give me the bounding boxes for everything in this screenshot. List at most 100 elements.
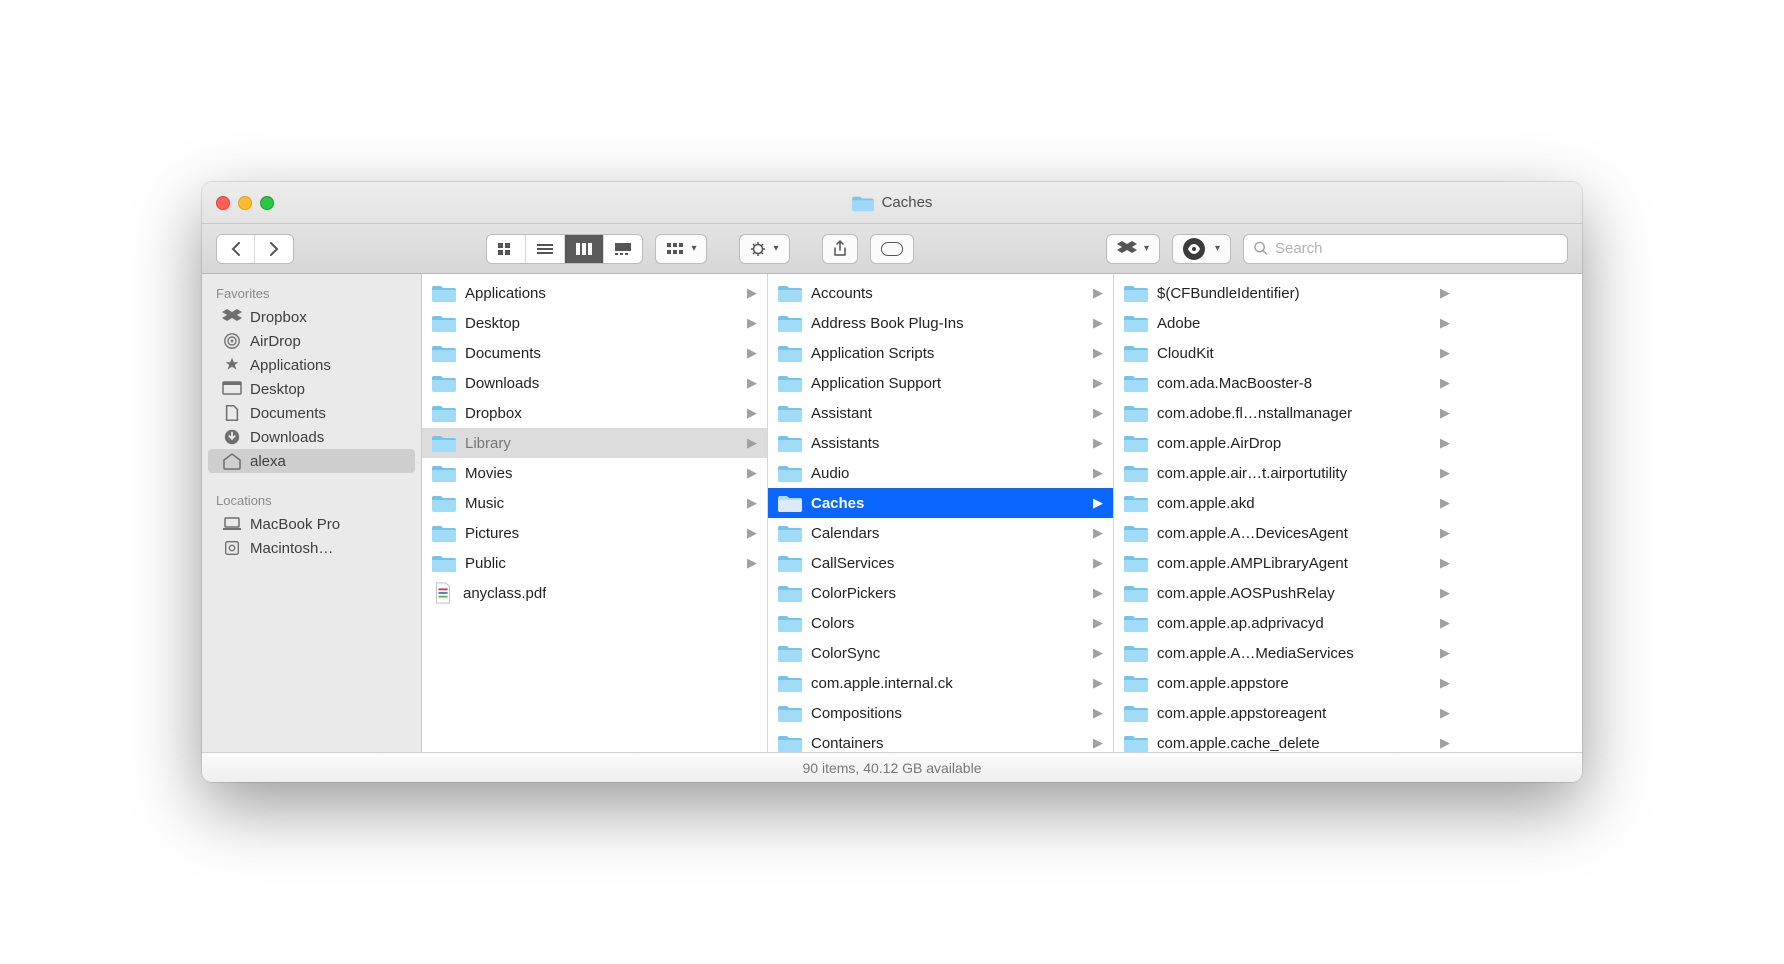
file-row[interactable]: anyclass.pdf: [422, 578, 767, 608]
search-icon: [1254, 241, 1268, 256]
file-row[interactable]: Public▶: [422, 548, 767, 578]
sidebar-item-dropbox[interactable]: Dropbox: [202, 305, 421, 329]
chevron-down-icon: ▾: [1215, 243, 1220, 254]
sidebar-item-label: MacBook Pro: [250, 516, 340, 533]
file-row[interactable]: Pictures▶: [422, 518, 767, 548]
extension-button[interactable]: ▾: [1172, 234, 1231, 264]
column-1: Accounts▶Address Book Plug-Ins▶Applicati…: [768, 274, 1114, 752]
nav-group: [216, 234, 294, 264]
sidebar-item-macintosh-[interactable]: Macintosh…: [202, 536, 421, 560]
window-title-text: Caches: [882, 194, 933, 211]
file-label: com.ada.MacBooster-8: [1157, 375, 1312, 392]
gallery-view-button[interactable]: [604, 235, 642, 263]
file-row[interactable]: Library▶: [422, 428, 767, 458]
file-label: Application Support: [811, 375, 941, 392]
chevron-right-icon: ▶: [1440, 675, 1450, 691]
sidebar-item-alexa[interactable]: alexa: [208, 449, 415, 473]
list-view-button[interactable]: [526, 235, 565, 263]
close-button[interactable]: [216, 196, 230, 210]
file-row[interactable]: Application Support▶: [768, 368, 1113, 398]
file-row[interactable]: Accounts▶: [768, 278, 1113, 308]
sidebar-item-macbook-pro[interactable]: MacBook Pro: [202, 512, 421, 536]
sidebar-item-documents[interactable]: Documents: [202, 401, 421, 425]
sidebar-item-label: Macintosh…: [250, 540, 333, 557]
file-row[interactable]: Documents▶: [422, 338, 767, 368]
forward-button[interactable]: [255, 235, 293, 263]
file-row[interactable]: CallServices▶: [768, 548, 1113, 578]
search-field[interactable]: [1243, 234, 1568, 264]
file-row[interactable]: com.apple.internal.ck▶: [768, 668, 1113, 698]
file-row[interactable]: com.apple.cache_delete▶: [1114, 728, 1460, 752]
dropbox-button[interactable]: ▾: [1106, 234, 1160, 264]
file-row[interactable]: Downloads▶: [422, 368, 767, 398]
chevron-right-icon: ▶: [1093, 645, 1103, 661]
chevron-right-icon: ▶: [1440, 705, 1450, 721]
file-row[interactable]: com.apple.ap.adprivacyd▶: [1114, 608, 1460, 638]
file-row[interactable]: com.adobe.fl…nstallmanager▶: [1114, 398, 1460, 428]
chevron-right-icon: ▶: [1093, 465, 1103, 481]
chevron-down-icon: ▾: [1144, 243, 1149, 254]
file-label: Documents: [465, 345, 541, 362]
finder-window: Caches ▾ ▾: [202, 182, 1582, 782]
file-row[interactable]: com.apple.air…t.airportutility▶: [1114, 458, 1460, 488]
chevron-right-icon: ▶: [747, 465, 757, 481]
file-label: com.apple.A…MediaServices: [1157, 645, 1354, 662]
zoom-button[interactable]: [260, 196, 274, 210]
file-row[interactable]: Adobe▶: [1114, 308, 1460, 338]
file-row[interactable]: Compositions▶: [768, 698, 1113, 728]
column-browser: Applications▶Desktop▶Documents▶Downloads…: [422, 274, 1582, 752]
file-row[interactable]: Address Book Plug-Ins▶: [768, 308, 1113, 338]
tags-button[interactable]: [870, 234, 914, 264]
file-row[interactable]: Caches▶: [768, 488, 1113, 518]
file-label: com.apple.ap.adprivacyd: [1157, 615, 1324, 632]
minimize-button[interactable]: [238, 196, 252, 210]
file-row[interactable]: Containers▶: [768, 728, 1113, 752]
file-label: Colors: [811, 615, 854, 632]
chevron-right-icon: ▶: [1440, 405, 1450, 421]
chevron-right-icon: ▶: [1440, 555, 1450, 571]
sidebar-item-desktop[interactable]: Desktop: [202, 377, 421, 401]
file-row[interactable]: Dropbox▶: [422, 398, 767, 428]
file-row[interactable]: $(CFBundleIdentifier)▶: [1114, 278, 1460, 308]
icon-view-button[interactable]: [487, 235, 526, 263]
chevron-right-icon: ▶: [1093, 735, 1103, 751]
file-row[interactable]: com.apple.akd▶: [1114, 488, 1460, 518]
file-label: com.apple.akd: [1157, 495, 1255, 512]
file-row[interactable]: Movies▶: [422, 458, 767, 488]
column-0: Applications▶Desktop▶Documents▶Downloads…: [422, 274, 768, 752]
file-row[interactable]: Application Scripts▶: [768, 338, 1113, 368]
column-view-button[interactable]: [565, 235, 604, 263]
file-row[interactable]: com.apple.AMPLibraryAgent▶: [1114, 548, 1460, 578]
window-controls: [216, 196, 274, 210]
sidebar-item-airdrop[interactable]: AirDrop: [202, 329, 421, 353]
back-button[interactable]: [217, 235, 255, 263]
file-row[interactable]: CloudKit▶: [1114, 338, 1460, 368]
sidebar-item-downloads[interactable]: Downloads: [202, 425, 421, 449]
file-label: Address Book Plug-Ins: [811, 315, 964, 332]
file-row[interactable]: Colors▶: [768, 608, 1113, 638]
share-button[interactable]: [822, 234, 858, 264]
file-row[interactable]: ColorSync▶: [768, 638, 1113, 668]
file-row[interactable]: com.apple.AOSPushRelay▶: [1114, 578, 1460, 608]
group-button[interactable]: ▾: [655, 234, 707, 264]
search-input[interactable]: [1275, 240, 1557, 257]
file-row[interactable]: Assistants▶: [768, 428, 1113, 458]
file-label: Caches: [811, 495, 864, 512]
sidebar-item-label: Applications: [250, 357, 331, 374]
file-row[interactable]: Music▶: [422, 488, 767, 518]
file-row[interactable]: Calendars▶: [768, 518, 1113, 548]
file-row[interactable]: Assistant▶: [768, 398, 1113, 428]
file-row[interactable]: com.apple.AirDrop▶: [1114, 428, 1460, 458]
file-row[interactable]: com.apple.appstore▶: [1114, 668, 1460, 698]
file-label: Desktop: [465, 315, 520, 332]
file-row[interactable]: Audio▶: [768, 458, 1113, 488]
sidebar-item-applications[interactable]: Applications: [202, 353, 421, 377]
file-row[interactable]: com.apple.A…DevicesAgent▶: [1114, 518, 1460, 548]
file-row[interactable]: Desktop▶: [422, 308, 767, 338]
file-row[interactable]: Applications▶: [422, 278, 767, 308]
file-row[interactable]: com.apple.A…MediaServices▶: [1114, 638, 1460, 668]
action-button[interactable]: ▾: [739, 234, 789, 264]
file-row[interactable]: com.ada.MacBooster-8▶: [1114, 368, 1460, 398]
file-row[interactable]: ColorPickers▶: [768, 578, 1113, 608]
file-row[interactable]: com.apple.appstoreagent▶: [1114, 698, 1460, 728]
